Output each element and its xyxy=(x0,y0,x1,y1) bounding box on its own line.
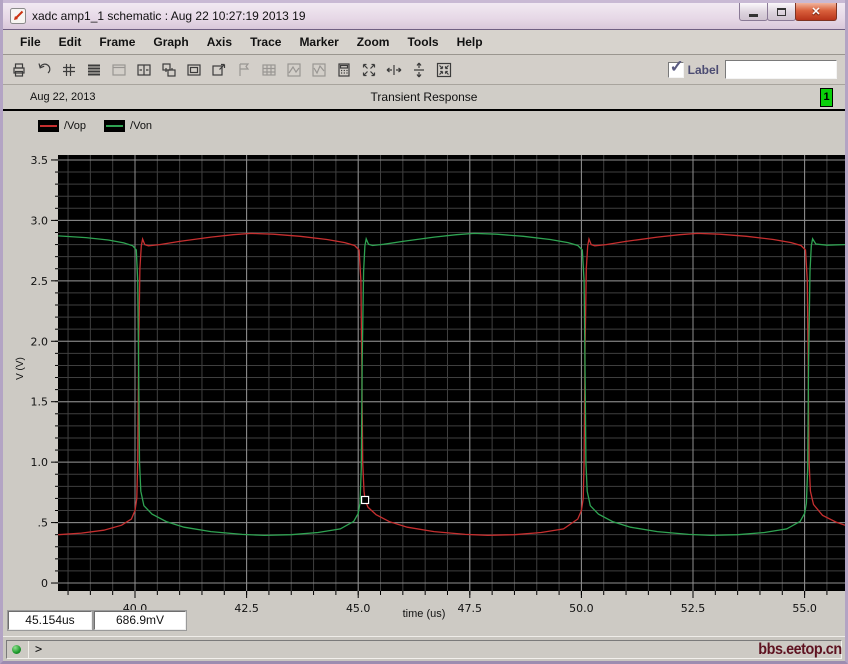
minimize-icon xyxy=(749,13,758,17)
zoom-y-icon[interactable] xyxy=(307,58,331,82)
legend-swatch xyxy=(104,120,126,132)
label-checkbox[interactable]: ✓ xyxy=(667,57,684,78)
y-tick-label: 2.5 xyxy=(31,275,49,288)
command-bar: > xyxy=(3,636,845,661)
page-badge: 1 xyxy=(820,88,833,107)
graph-header: Aug 22, 2013 Transient Response 1 xyxy=(3,85,845,111)
graph-date: Aug 22, 2013 xyxy=(30,91,96,103)
legend-swatch xyxy=(38,120,59,132)
legend: /Vop/Von xyxy=(38,120,170,132)
plot-canvas[interactable]: 40.0 42.5 45.0 47.5 50.0 52.5 55.00.51.01.52.0… xyxy=(3,111,845,636)
calculator-icon[interactable] xyxy=(332,58,356,82)
graph-title: Transient Response xyxy=(370,90,478,104)
title-bar[interactable]: xadc amp1_1 schematic : Aug 22 10:27:19 … xyxy=(3,0,845,30)
legend-label: /Vop xyxy=(64,120,87,132)
cursor-y-readout: 686.9mV xyxy=(93,610,187,631)
zoom-x-icon[interactable] xyxy=(282,58,306,82)
y-tick-label: .5 xyxy=(38,517,49,530)
y-tick-label: 0 xyxy=(41,577,48,590)
plot-region: 40.0 42.5 45.0 47.5 50.0 52.5 55.0 0.5 1.0 1.5 2.0… xyxy=(3,111,845,636)
strips-icon[interactable] xyxy=(82,58,106,82)
cursor-readouts: 45.154us 686.9mV xyxy=(7,610,188,631)
y-tick-label: 1.5 xyxy=(31,396,49,409)
swap-window-icon[interactable] xyxy=(157,58,181,82)
fit-icon[interactable] xyxy=(357,58,381,82)
fit-y-icon[interactable] xyxy=(407,58,431,82)
copy-window-icon[interactable] xyxy=(182,58,206,82)
maximize-button[interactable] xyxy=(767,3,796,21)
status-led-icon xyxy=(12,644,21,654)
close-icon: ✕ xyxy=(811,6,821,18)
y-tick-label: 3.0 xyxy=(31,214,49,227)
menu-item-marker[interactable]: Marker xyxy=(290,32,347,52)
check-icon: ✓ xyxy=(669,56,684,76)
zoom-fit-icon[interactable] xyxy=(432,58,456,82)
menu-item-frame[interactable]: Frame xyxy=(90,32,144,52)
undo-icon[interactable] xyxy=(32,58,56,82)
label-input[interactable] xyxy=(725,60,837,79)
command-prompt: > xyxy=(35,642,43,656)
app-window: xadc amp1_1 schematic : Aug 22 10:27:19 … xyxy=(0,0,848,664)
menu-item-help[interactable]: Help xyxy=(448,32,492,52)
fit-x-icon[interactable] xyxy=(382,58,406,82)
menu-bar: File Edit Frame Graph Axis Trace Marker Zoom Too… xyxy=(3,30,845,55)
cursor-x-readout: 45.154us xyxy=(7,610,93,631)
close-button[interactable]: ✕ xyxy=(795,3,837,21)
menu-item-zoom[interactable]: Zoom xyxy=(348,32,399,52)
command-field[interactable]: > xyxy=(6,639,842,659)
legend-label: /Von xyxy=(130,120,153,132)
split-window-icon[interactable] xyxy=(132,58,156,82)
window-title: xadc amp1_1 schematic : Aug 22 10:27:19 … xyxy=(32,9,306,23)
minimize-button[interactable] xyxy=(739,3,768,21)
label-flag-icon[interactable] xyxy=(232,58,256,82)
legend-item-von[interactable]: /Von xyxy=(104,120,152,132)
menu-item-edit[interactable]: Edit xyxy=(50,32,91,52)
y-tick-label: 2.0 xyxy=(31,335,49,348)
cursor-marker[interactable] xyxy=(360,495,370,505)
y-tick-label: 3.5 xyxy=(31,154,49,167)
menu-item-trace[interactable]: Trace xyxy=(241,32,290,52)
y-tick-label: 1.0 xyxy=(31,456,49,469)
y-axis-title: V (V) xyxy=(14,357,26,380)
label-checkbox-text: Label xyxy=(687,62,719,77)
maximize-icon xyxy=(777,7,786,16)
toolbar: ✓ Label xyxy=(3,55,845,85)
pop-window-icon[interactable] xyxy=(207,58,231,82)
window-icon[interactable] xyxy=(107,58,131,82)
watermark: bbs.eetop.cn xyxy=(758,641,843,658)
legend-item-vop[interactable]: /Vop xyxy=(38,120,86,132)
menu-item-tools[interactable]: Tools xyxy=(398,32,447,52)
menu-item-file[interactable]: File xyxy=(11,32,50,52)
grid-icon[interactable] xyxy=(57,58,81,82)
app-icon xyxy=(10,8,26,24)
menu-item-graph[interactable]: Graph xyxy=(144,32,197,52)
print-icon[interactable] xyxy=(7,58,31,82)
table-icon[interactable] xyxy=(257,58,281,82)
menu-item-axis[interactable]: Axis xyxy=(198,32,241,52)
